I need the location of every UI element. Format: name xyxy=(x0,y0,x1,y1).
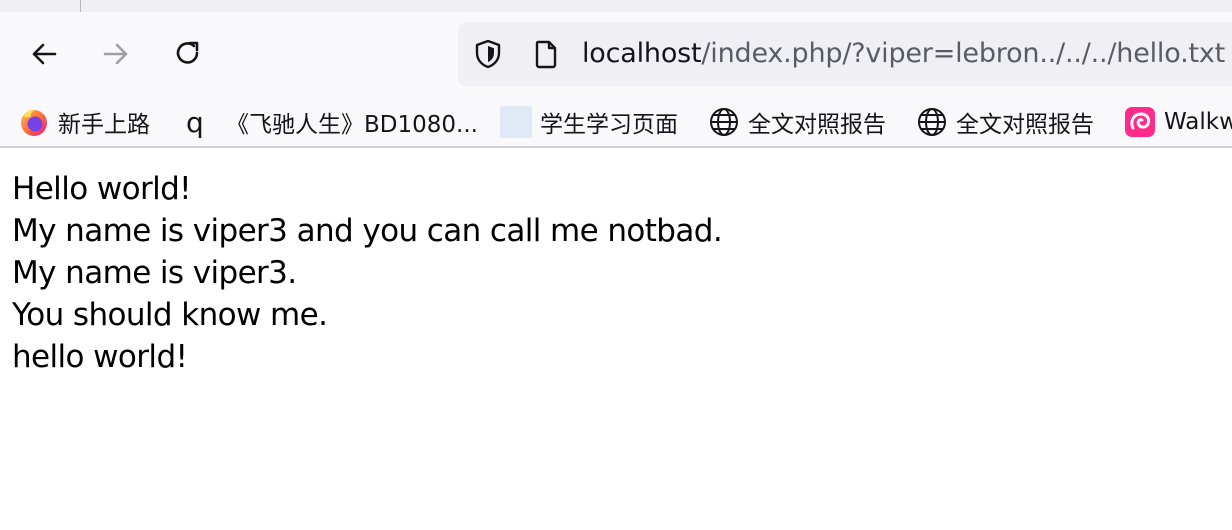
bookmark-label: 新手上路 xyxy=(58,112,150,138)
tab-strip xyxy=(0,0,1232,12)
back-button[interactable] xyxy=(26,36,62,72)
address-bar[interactable]: localhost/index.php/?viper=lebron../../.… xyxy=(458,22,1232,86)
bookmark-label: Walkw xyxy=(1164,109,1232,135)
url-host: localhost xyxy=(582,38,702,69)
arrow-left-icon xyxy=(32,43,57,65)
tab-separator xyxy=(80,0,81,12)
shield-icon[interactable] xyxy=(472,38,504,70)
url-path: /index.php/?viper=lebron../../../hello.t… xyxy=(701,38,1226,69)
bookmark-item[interactable]: 全文对照报告 xyxy=(916,104,1094,140)
page-info-icon[interactable] xyxy=(530,38,562,70)
blank-page-icon xyxy=(500,106,532,138)
bookmark-item[interactable]: q 《飞驰人生》BD1080... xyxy=(186,104,478,140)
bookmark-label: 学生学习页面 xyxy=(540,112,678,138)
swirl-icon xyxy=(1125,107,1155,137)
bookmark-item[interactable]: 全文对照报告 xyxy=(708,104,886,140)
forward-button[interactable] xyxy=(98,36,134,72)
text-line: My name is viper3. xyxy=(12,255,297,291)
bookmark-item[interactable]: 新手上路 xyxy=(18,104,150,140)
text-line: Hello world! xyxy=(12,171,192,207)
q-icon: q xyxy=(186,105,204,139)
arrow-right-icon xyxy=(103,43,128,65)
text-line: My name is viper3 and you can call me no… xyxy=(12,213,723,249)
url-text[interactable]: localhost/index.php/?viper=lebron../../.… xyxy=(582,22,1225,86)
navigation-toolbar: localhost/index.php/?viper=lebron../../.… xyxy=(0,12,1232,96)
bookmark-label: 全文对照报告 xyxy=(748,112,886,138)
text-line: You should know me. xyxy=(12,297,328,333)
page-content: Hello world! My name is viper3 and you c… xyxy=(12,168,723,378)
reload-icon xyxy=(176,41,199,64)
bookmark-item[interactable]: 学生学习页面 xyxy=(500,104,678,140)
bookmark-label: 《飞驰人生》BD1080... xyxy=(226,112,478,138)
firefox-icon xyxy=(21,109,47,136)
bookmarks-toolbar: 新手上路 q 《飞驰人生》BD1080... 学生学习页面 全文对照报告 全文对… xyxy=(0,96,1232,148)
text-line: hello world! xyxy=(12,339,188,375)
reload-button[interactable] xyxy=(170,36,206,72)
bookmark-item[interactable]: Walkw xyxy=(1124,104,1232,140)
globe-icon xyxy=(710,108,738,136)
bookmark-label: 全文对照报告 xyxy=(956,112,1094,138)
globe-icon xyxy=(918,108,946,136)
